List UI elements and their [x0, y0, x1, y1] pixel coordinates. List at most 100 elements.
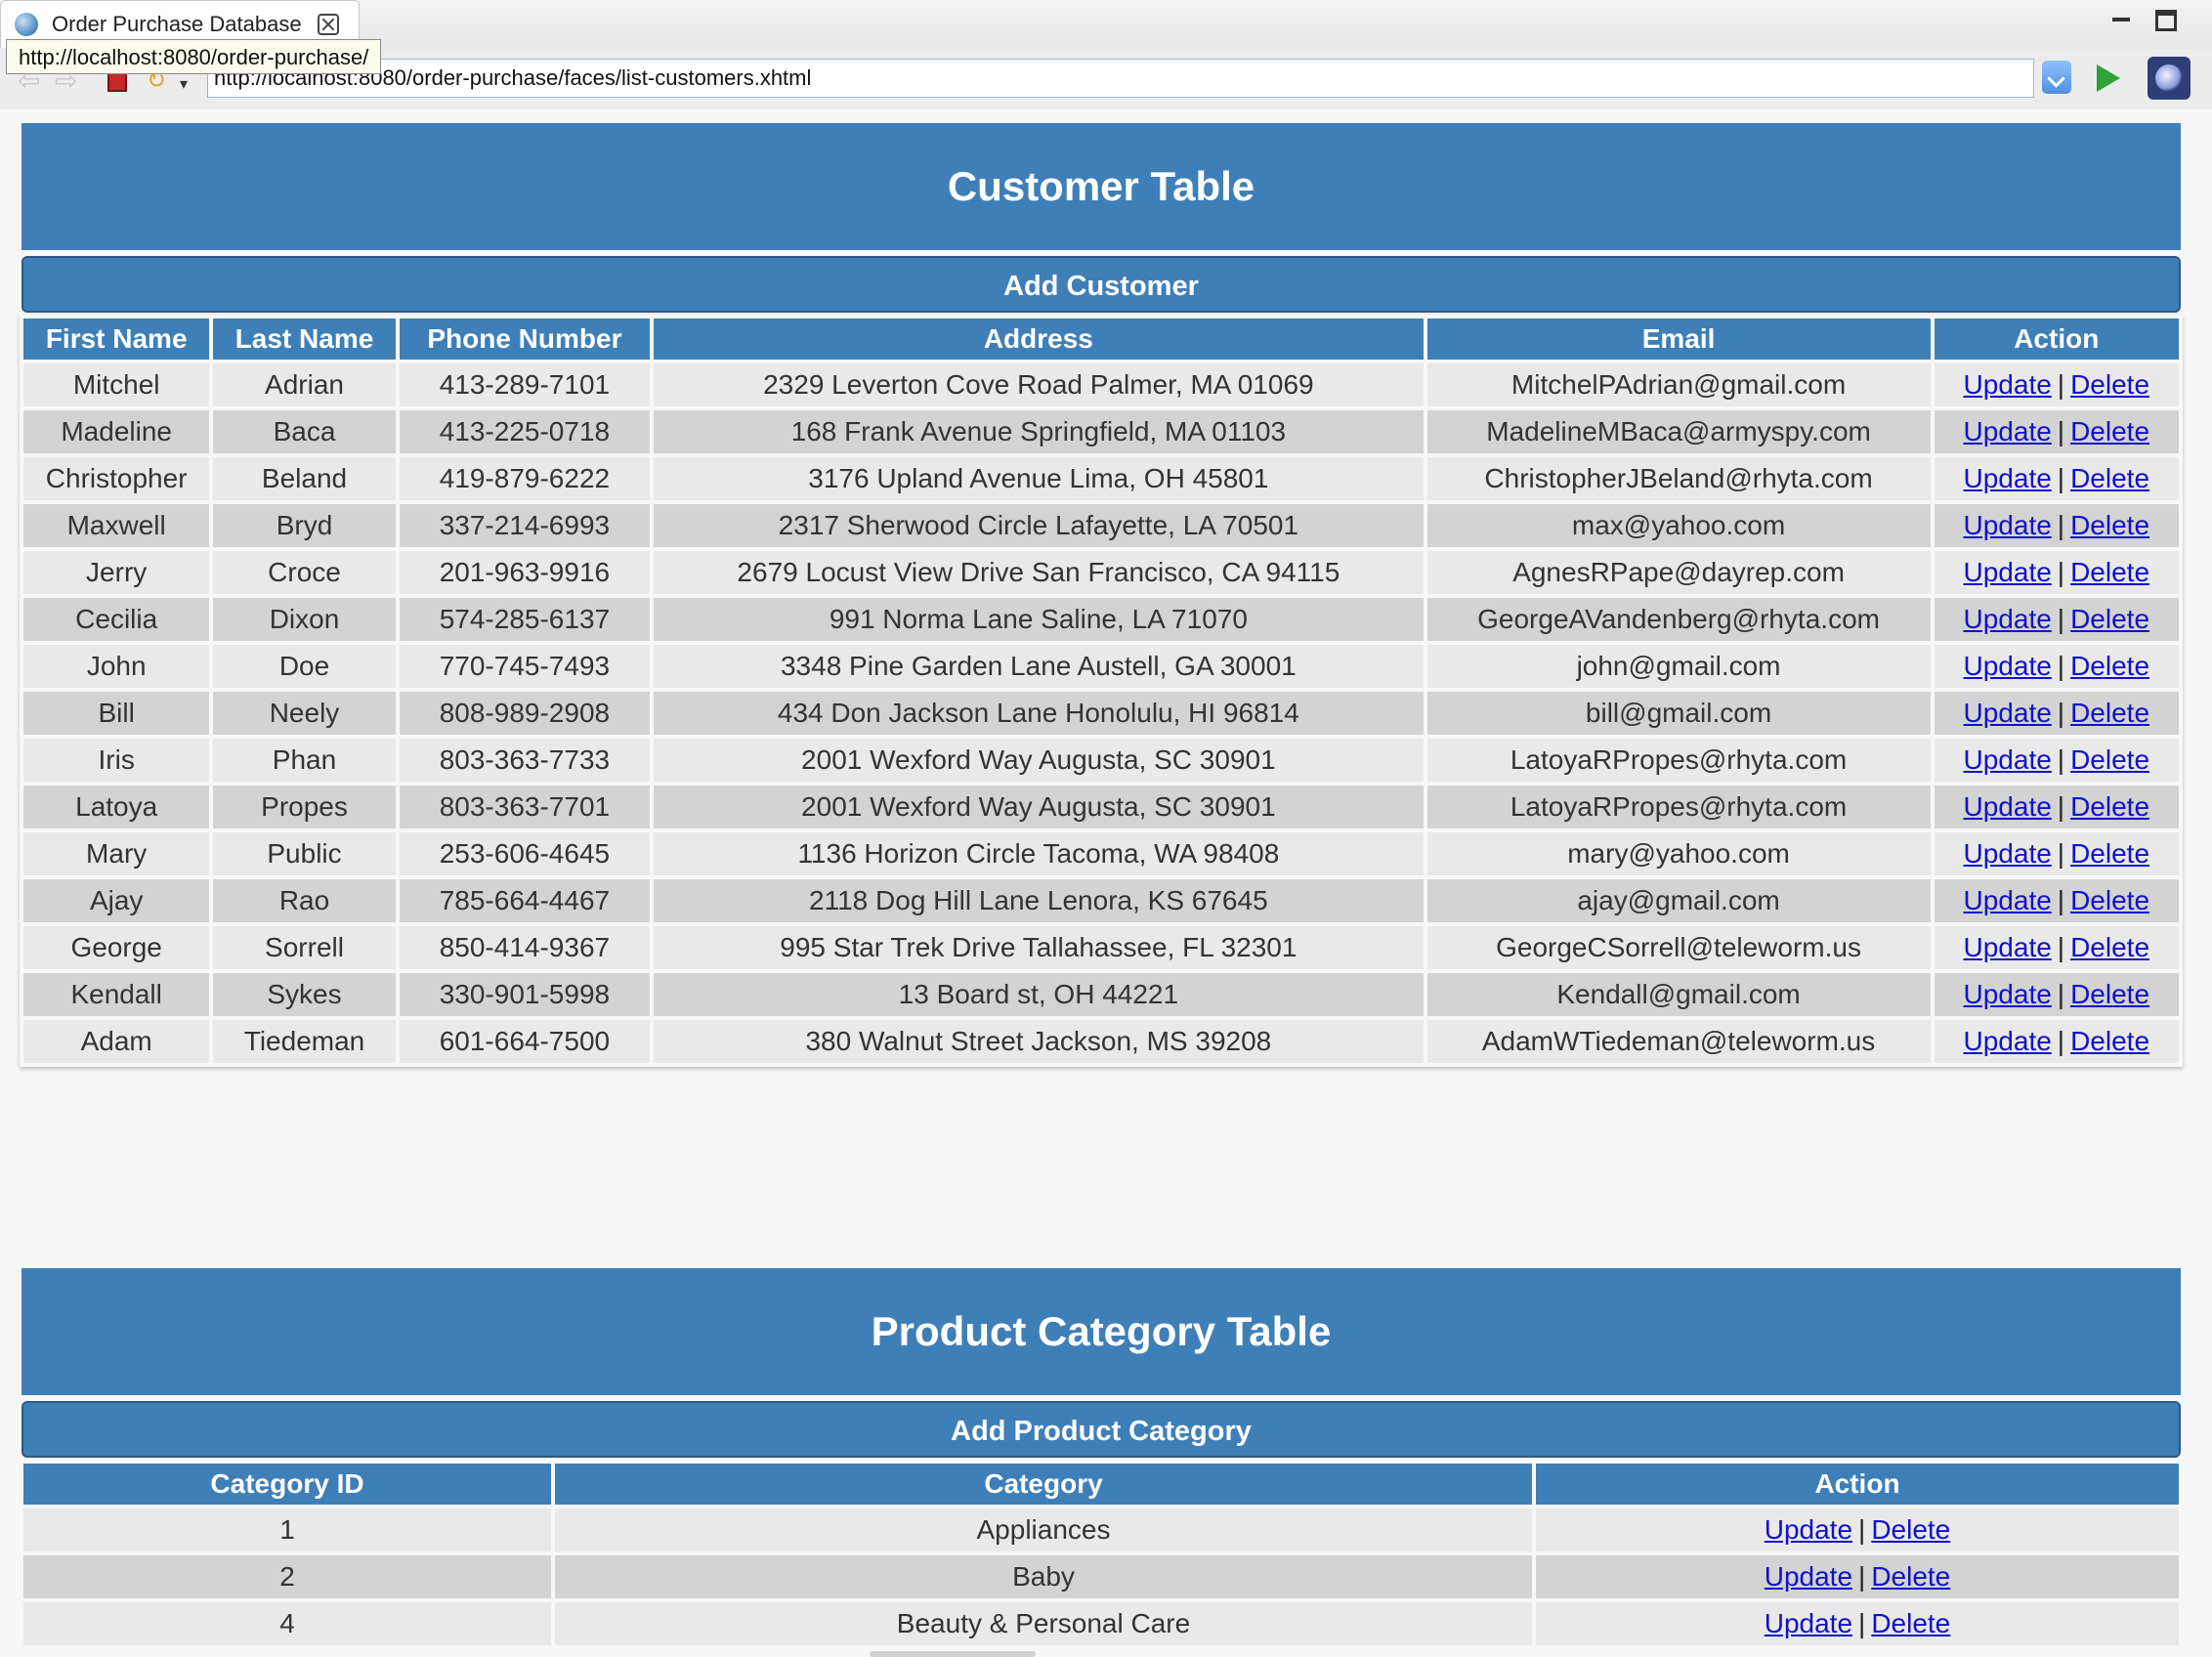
cell-last-name: Baca	[213, 410, 396, 453]
delete-link[interactable]: Delete	[1871, 1608, 1950, 1638]
link-separator: |	[1858, 1608, 1866, 1638]
delete-link[interactable]: Delete	[2070, 557, 2149, 587]
update-link[interactable]: Update	[1964, 1026, 2052, 1056]
cell-email: bill@gmail.com	[1426, 692, 1931, 735]
delete-link[interactable]: Delete	[2070, 463, 2149, 493]
action-cell: Update | Delete	[1934, 645, 2179, 688]
cell-email: ajay@gmail.com	[1426, 879, 1931, 922]
update-link[interactable]: Update	[1765, 1514, 1852, 1545]
cell-first-name: Christopher	[23, 457, 210, 500]
delete-link[interactable]: Delete	[2070, 369, 2149, 400]
col-category: Category	[555, 1464, 1532, 1505]
cell-address: 13 Board st, OH 44221	[654, 973, 1424, 1016]
cell-email: mary@yahoo.com	[1426, 832, 1931, 875]
action-cell: Update | Delete	[1934, 504, 2179, 547]
cell-phone-number: 803-363-7733	[399, 739, 651, 782]
cell-first-name: Cecilia	[23, 598, 210, 641]
update-link[interactable]: Update	[1964, 744, 2052, 775]
update-link[interactable]: Update	[1964, 791, 2052, 822]
cell-last-name: Neely	[213, 692, 396, 735]
update-link[interactable]: Update	[1964, 698, 2052, 728]
delete-link[interactable]: Delete	[2070, 885, 2149, 915]
add-product-category-button[interactable]: Add Product Category	[21, 1401, 2181, 1458]
link-separator: |	[1858, 1561, 1866, 1592]
table-row: 1 Appliances Update | Delete	[23, 1508, 2179, 1551]
table-row: George Sorrell 850-414-9367 995 Star Trek D…	[23, 926, 2179, 969]
cell-address: 2001 Wexford Way Augusta, SC 30901	[654, 786, 1424, 828]
delete-link[interactable]: Delete	[2070, 1026, 2149, 1056]
delete-link[interactable]: Delete	[2070, 744, 2149, 775]
delete-link[interactable]: Delete	[2070, 791, 2149, 822]
stop-icon[interactable]	[107, 72, 127, 92]
delete-link[interactable]: Delete	[2070, 698, 2149, 728]
cell-address: 3176 Upland Avenue Lima, OH 45801	[654, 457, 1424, 500]
history-dropdown-icon[interactable]: ▾	[180, 74, 201, 96]
eclipse-icon[interactable]	[2148, 57, 2191, 100]
action-cell: Update | Delete	[1536, 1602, 2179, 1645]
link-separator: |	[2057, 1026, 2065, 1056]
cell-email: Kendall@gmail.com	[1426, 973, 1931, 1016]
col-address: Address	[654, 319, 1424, 360]
customer-header-row: First Name Last Name Phone Number Addres…	[23, 319, 2179, 360]
cell-last-name: Rao	[213, 879, 396, 922]
action-cell: Update | Delete	[1934, 551, 2179, 594]
cell-last-name: Adrian	[213, 363, 396, 406]
update-link[interactable]: Update	[1964, 604, 2052, 634]
update-link[interactable]: Update	[1964, 369, 2052, 400]
update-link[interactable]: Update	[1964, 979, 2052, 1009]
cell-phone-number: 330-901-5998	[399, 973, 651, 1016]
cell-email: AgnesRPape@dayrep.com	[1426, 551, 1931, 594]
cell-last-name: Phan	[213, 739, 396, 782]
address-dropdown-icon[interactable]	[2042, 61, 2071, 94]
delete-link[interactable]: Delete	[1871, 1514, 1950, 1545]
action-cell: Update | Delete	[1934, 598, 2179, 641]
update-link[interactable]: Update	[1964, 557, 2052, 587]
cell-first-name: Kendall	[23, 973, 210, 1016]
delete-link[interactable]: Delete	[1871, 1561, 1950, 1592]
delete-link[interactable]: Delete	[2070, 604, 2149, 634]
action-cell: Update | Delete	[1934, 457, 2179, 500]
add-customer-button[interactable]: Add Customer	[21, 256, 2181, 313]
go-icon[interactable]	[2097, 64, 2120, 92]
cell-phone-number: 808-989-2908	[399, 692, 651, 735]
delete-link[interactable]: Delete	[2070, 979, 2149, 1009]
col-phone-number: Phone Number	[399, 319, 651, 360]
update-link[interactable]: Update	[1964, 510, 2052, 540]
update-link[interactable]: Update	[1964, 416, 2052, 446]
action-cell: Update | Delete	[1536, 1555, 2179, 1598]
update-link[interactable]: Update	[1964, 885, 2052, 915]
update-link[interactable]: Update	[1964, 932, 2052, 962]
cell-address: 2001 Wexford Way Augusta, SC 30901	[654, 739, 1424, 782]
delete-link[interactable]: Delete	[2070, 510, 2149, 540]
maximize-icon[interactable]	[2155, 10, 2177, 31]
delete-link[interactable]: Delete	[2070, 932, 2149, 962]
delete-link[interactable]: Delete	[2070, 416, 2149, 446]
cell-last-name: Bryd	[213, 504, 396, 547]
address-bar[interactable]: http://localhost:8080/order-purchase/fac…	[207, 59, 2034, 98]
close-tab-icon[interactable]	[317, 14, 339, 35]
update-link[interactable]: Update	[1765, 1561, 1852, 1592]
cell-first-name: Madeline	[23, 410, 210, 453]
col-category-action: Action	[1536, 1464, 2179, 1505]
update-link[interactable]: Update	[1964, 651, 2052, 681]
cell-phone-number: 850-414-9367	[399, 926, 651, 969]
delete-link[interactable]: Delete	[2070, 838, 2149, 869]
delete-link[interactable]: Delete	[2070, 651, 2149, 681]
cell-last-name: Doe	[213, 645, 396, 688]
cell-address: 2679 Locust View Drive San Francisco, CA…	[654, 551, 1424, 594]
minimize-icon[interactable]	[2108, 8, 2134, 33]
scroll-handle[interactable]	[870, 1651, 1036, 1657]
tab-title: Order Purchase Database	[52, 12, 302, 36]
cell-first-name: Maxwell	[23, 504, 210, 547]
cell-phone-number: 601-664-7500	[399, 1020, 651, 1063]
customer-table-title: Customer Table	[21, 123, 2181, 250]
col-first-name: First Name	[23, 319, 210, 360]
update-link[interactable]: Update	[1964, 463, 2052, 493]
action-cell: Update | Delete	[1934, 363, 2179, 406]
update-link[interactable]: Update	[1765, 1608, 1852, 1638]
cell-last-name: Croce	[213, 551, 396, 594]
update-link[interactable]: Update	[1964, 838, 2052, 869]
action-cell: Update | Delete	[1934, 1020, 2179, 1063]
table-row: Bill Neely 808-989-2908 434 Don Jackson Lan…	[23, 692, 2179, 735]
table-row: Iris Phan 803-363-7733 2001 Wexford Way Aug…	[23, 739, 2179, 782]
